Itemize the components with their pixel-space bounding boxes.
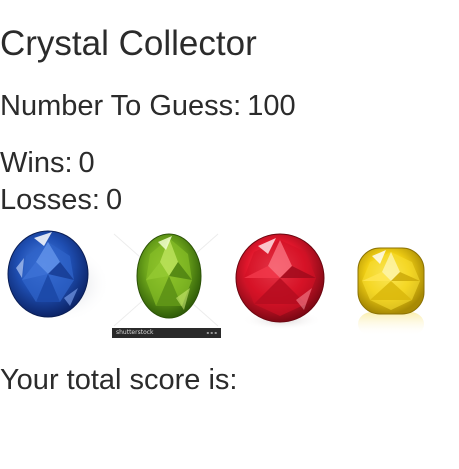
target-number-display: Number To Guess: 100 <box>0 89 296 123</box>
page-title: Crystal Collector <box>0 24 257 63</box>
green-peridot-icon <box>113 233 219 327</box>
yellow-citrine-icon <box>357 247 425 336</box>
wins-value: 0 <box>78 147 95 179</box>
wins-display: Wins: 0 <box>0 146 95 180</box>
target-label: Number To Guess: <box>0 90 242 122</box>
target-value: 100 <box>247 90 296 122</box>
stock-watermark-text: shutterstock <box>116 329 154 336</box>
green-crystal-button[interactable]: shutterstock ▪ ▪ ▪ <box>110 228 223 340</box>
score-label: Your total score is: <box>0 364 238 396</box>
total-score-display: Your total score is: <box>0 363 244 397</box>
wins-label: Wins: <box>0 147 73 179</box>
losses-label: Losses: <box>0 184 100 216</box>
yellow-crystal-button[interactable] <box>350 240 436 340</box>
blue-crystal-button[interactable] <box>4 228 110 324</box>
losses-display: Losses: 0 <box>0 183 122 217</box>
red-crystal-button[interactable] <box>232 230 330 334</box>
losses-value: 0 <box>105 184 123 216</box>
stock-watermark-ref: ▪ ▪ ▪ <box>206 330 217 335</box>
stock-watermark-bar: shutterstock ▪ ▪ ▪ <box>112 328 221 338</box>
red-ruby-icon <box>235 233 325 330</box>
blue-sapphire-icon <box>7 230 110 322</box>
